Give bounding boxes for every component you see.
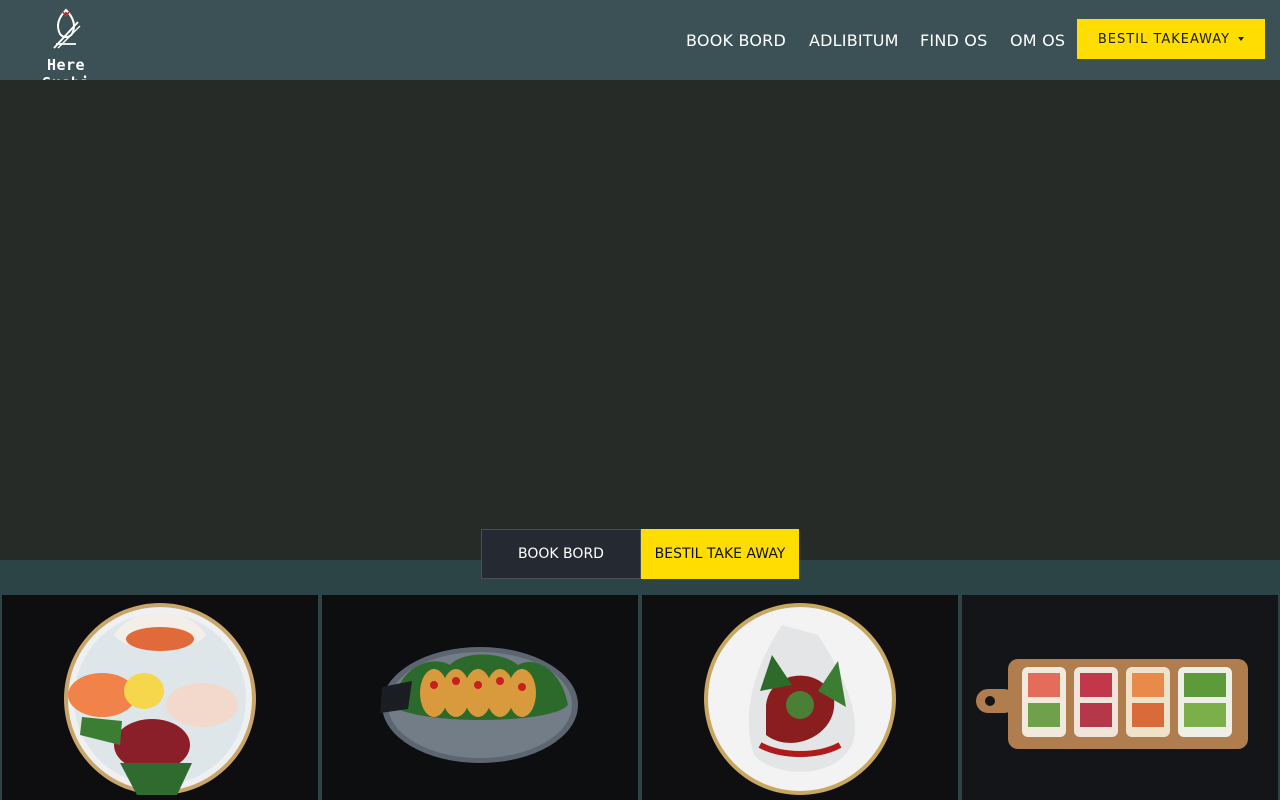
food-gallery [0,595,1280,800]
fish-chopsticks-logo-icon [53,8,81,49]
gyoza-plate-image [322,595,638,800]
tuna-tataki-bowl-image [642,595,958,800]
caret-down-icon [1238,37,1245,41]
order-takeaway-label: BESTIL TAKEAWAY [1097,31,1231,47]
nav-link-find-os[interactable]: FIND OS [920,31,987,50]
nav-link-om-os[interactable]: OM OS [1010,31,1065,50]
sashimi-platter-image [2,595,318,800]
hero-button-group: BOOK BORD BESTIL TAKE AWAY [481,529,799,579]
brand-logo-link[interactable]: Here Sushi [20,8,112,92]
order-takeaway-dropdown-button[interactable]: BESTIL TAKEAWAY [1077,19,1265,59]
hero-banner [0,80,1280,560]
hero-order-takeaway-button[interactable]: BESTIL TAKE AWAY [641,529,799,579]
nav-link-adlibitum[interactable]: ADLIBITUM [809,31,899,50]
site-header: Here Sushi BOOK BORD ADLIBITUM FIND OS O… [0,0,1280,92]
sushi-rolls-board-image [962,595,1278,800]
nav-link-book-bord[interactable]: BOOK BORD [686,31,786,50]
hero-book-table-button[interactable]: BOOK BORD [481,529,641,579]
